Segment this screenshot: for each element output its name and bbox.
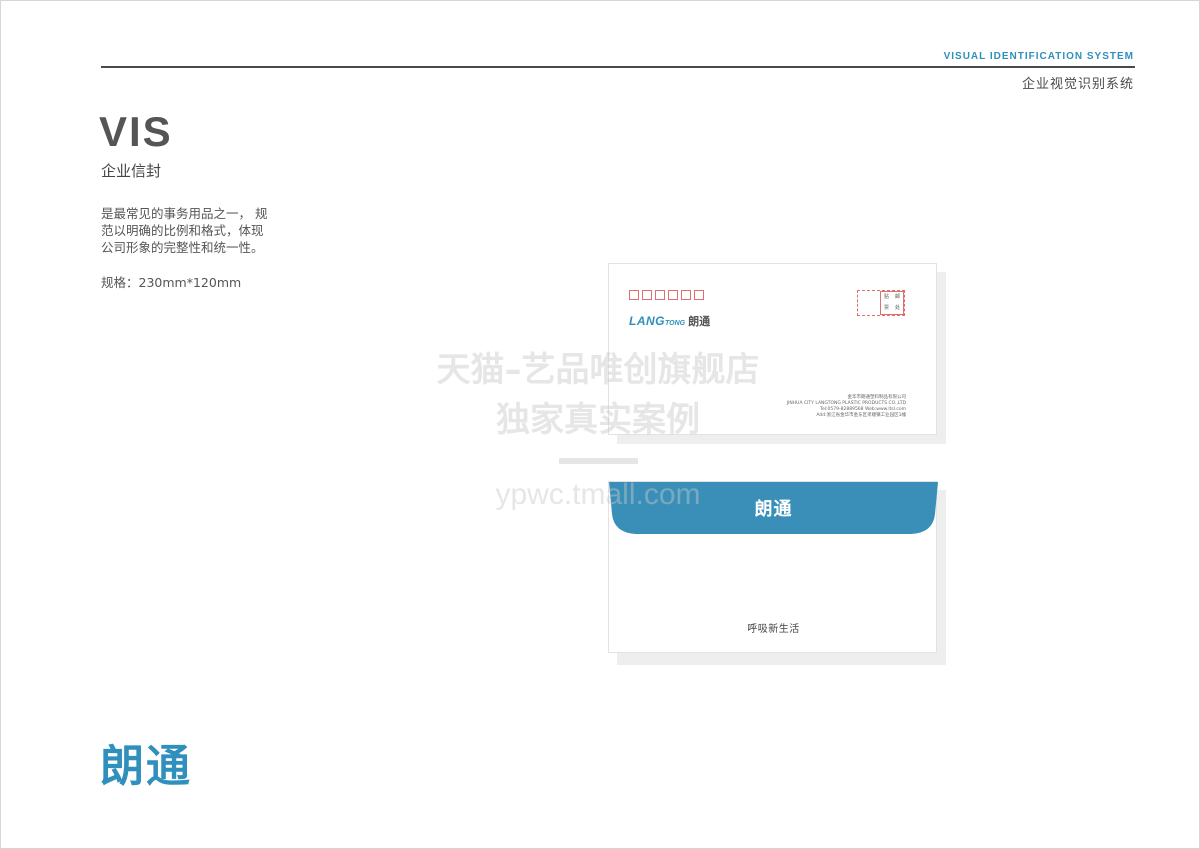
- stamp-label-char: 票: [883, 305, 889, 311]
- section-title: 企业信封: [101, 162, 162, 180]
- header-divider: [101, 66, 1135, 68]
- spec-text: 规格：230mm*120mm: [101, 275, 242, 290]
- watermark-divider: [559, 458, 638, 464]
- watermark-url: ypwc.tmall.com: [495, 478, 701, 511]
- header-title-en: VISUAL IDENTIFICATION SYSTEM: [943, 51, 1134, 62]
- postcode-box: [655, 290, 665, 300]
- description-line: 范以明确的比例和格式，体现: [101, 223, 264, 238]
- brand-logo: 朗通: [100, 741, 192, 792]
- section-description: 是最常见的事务用品之一， 规 范以明确的比例和格式，体现 公司形象的完整性和统一…: [101, 205, 301, 256]
- watermark-line2: 独家真实案例: [496, 400, 700, 440]
- stamp-label-char: 处: [894, 305, 900, 311]
- envelope-logo-en-main: LANG: [629, 314, 665, 328]
- envelope-logo-cn: 朗通: [688, 315, 711, 328]
- header-title-cn: 企业视觉识别系统: [1021, 77, 1134, 92]
- postcode-box: [629, 290, 639, 300]
- stamp-box: 贴 邮 票 处: [880, 291, 904, 315]
- postcode-box: [642, 290, 652, 300]
- description-line: 公司形象的完整性和统一性。: [101, 240, 264, 255]
- slogan: 呼吸新生活: [747, 624, 800, 635]
- postcode-box: [681, 290, 691, 300]
- postcode-boxes: [629, 290, 704, 300]
- postcode-box: [694, 290, 704, 300]
- watermark-line1: 天猫–艺品唯创旗舰店: [436, 350, 760, 390]
- postcode-box: [668, 290, 678, 300]
- stamp-label-char: 贴: [883, 294, 889, 300]
- envelope-logo-en-small: TONG: [665, 320, 686, 327]
- envelope-logo: LANG TONG 朗通: [629, 313, 710, 329]
- description-line: 是最常见的事务用品之一， 规: [101, 206, 268, 221]
- stamp-label-char: 邮: [894, 294, 900, 300]
- section-code: VIS: [99, 108, 173, 155]
- stamp-area: 贴 邮 票 处: [857, 290, 905, 316]
